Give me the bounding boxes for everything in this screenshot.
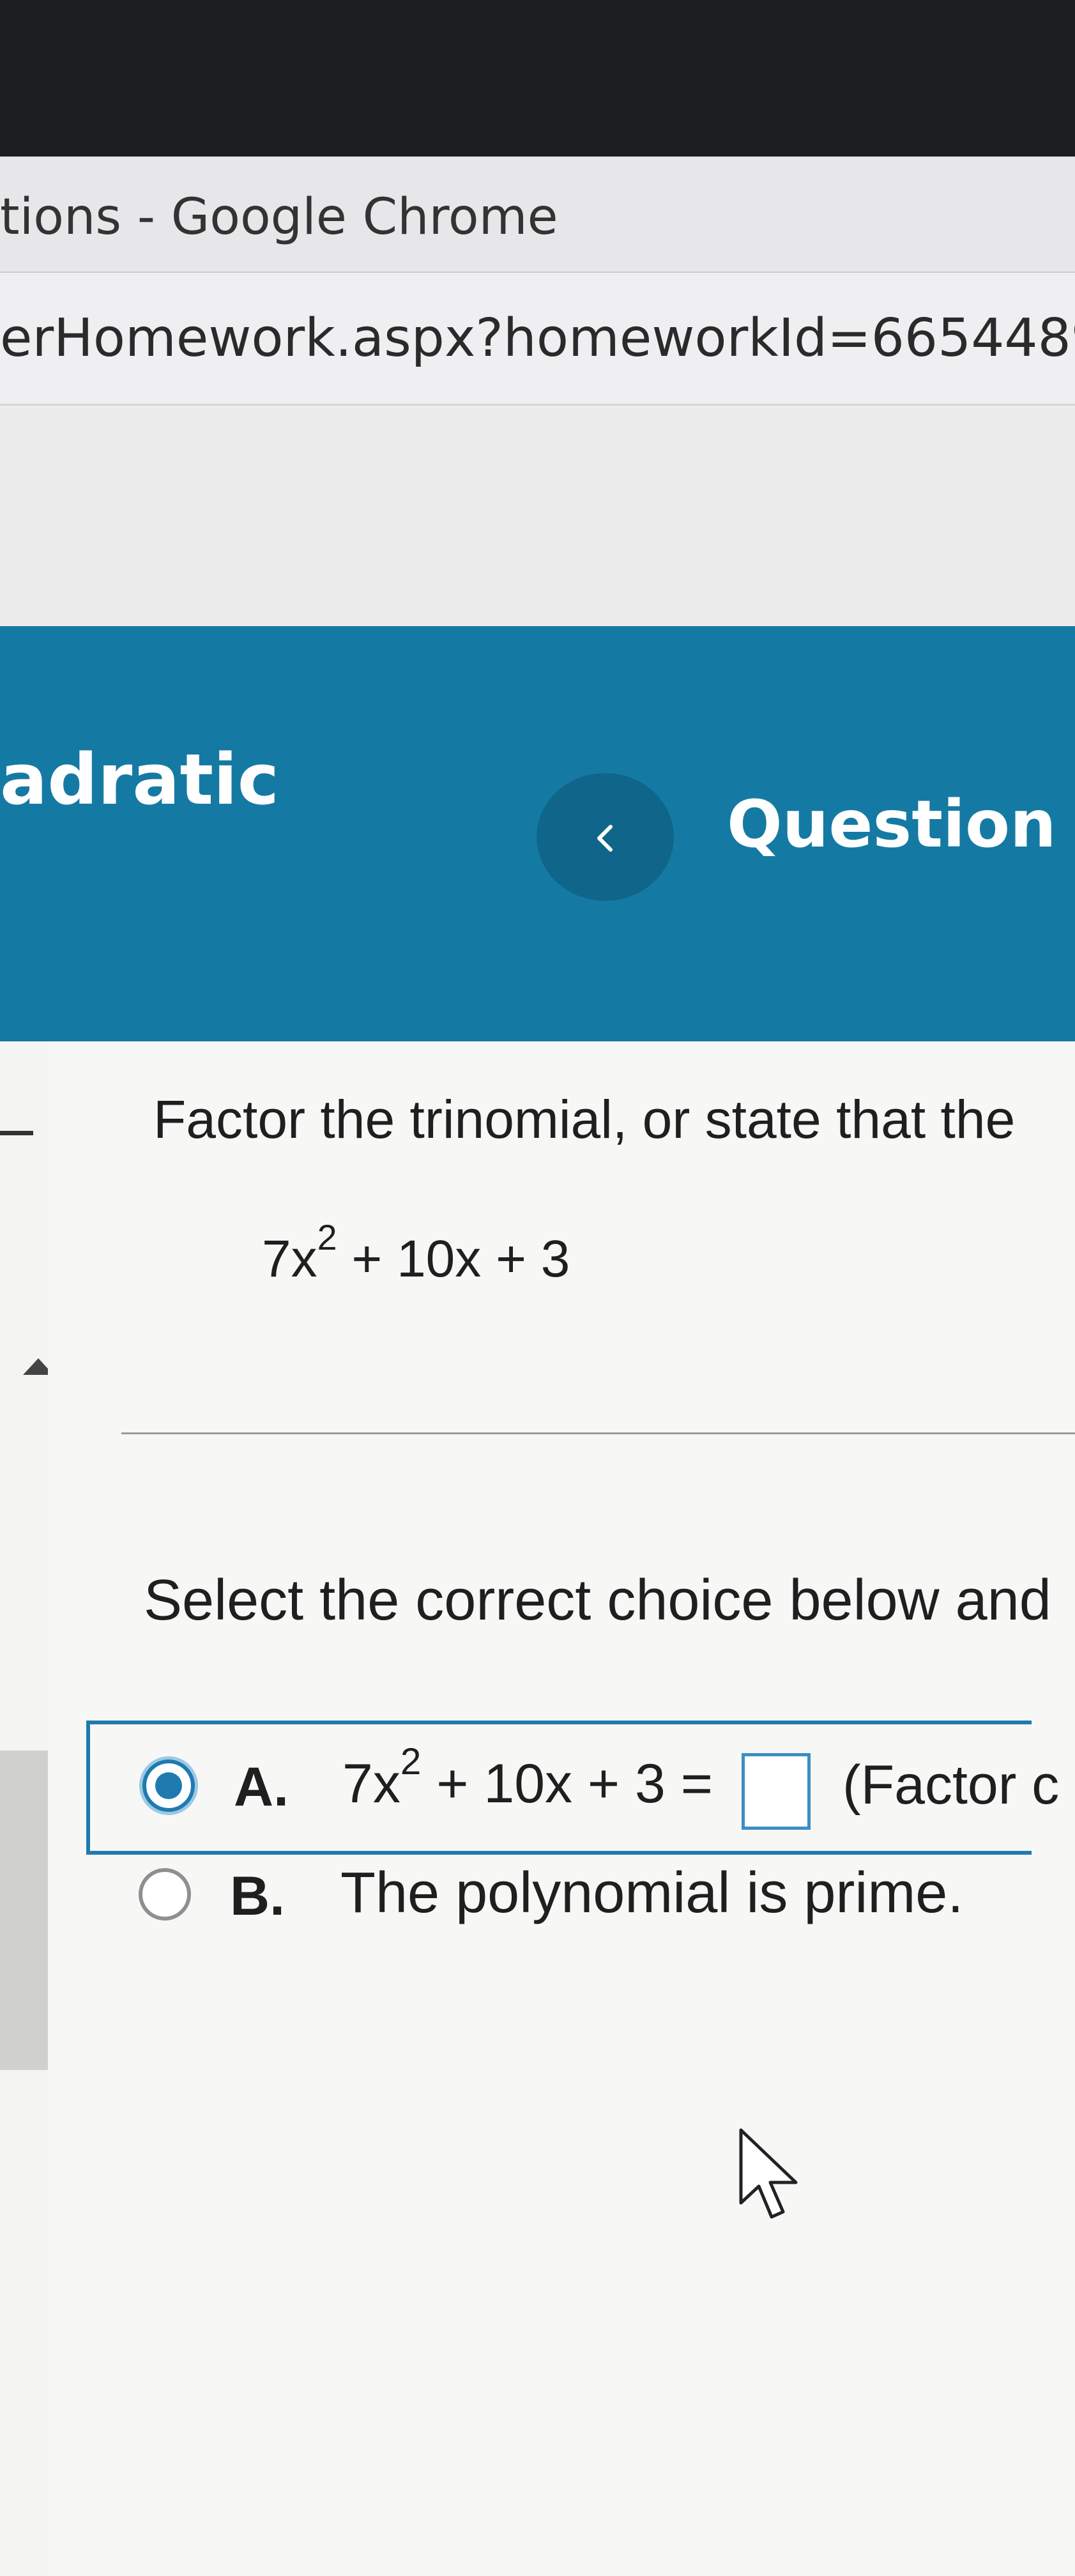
radio-unselected-icon[interactable] [139,1868,191,1920]
option-b-text: The polynomial is prime. [340,1861,964,1925]
option-a[interactable]: A. 7x2 + 10x + 3 = (Factor c [86,1721,1059,1855]
panel-scrollbar[interactable] [0,1751,48,2070]
option-b-letter: B. [230,1866,285,1927]
chevron-left-icon [597,825,613,852]
assignment-header: adratic Question 1 [0,626,1075,1041]
option-a-hint: (Factor c [842,1754,1060,1816]
expr-coef: 7x [262,1230,317,1288]
choice-prompt: Select the correct choice below and [144,1568,1051,1632]
address-bar[interactable]: erHomework.aspx?homeworkId=6654489 [0,273,1075,406]
previous-question-button[interactable] [537,773,674,901]
left-panel [0,1041,54,2576]
problem-expression: 7x2 + 10x + 3 [262,1220,570,1288]
url-text[interactable]: erHomework.aspx?homeworkId=6654489 [0,308,1075,369]
option-a-exponent: 2 [400,1740,422,1782]
mouse-cursor-icon [739,2128,798,2219]
option-a-equation: 7x2 + 10x + 3 = [342,1743,713,1814]
answer-input-box[interactable] [742,1753,811,1830]
toolbar-area [0,406,1075,626]
topic-title: adratic [0,739,279,820]
expr-rest: + 10x + 3 [337,1230,570,1288]
problem-instruction: Factor the trinomial, or state that the [153,1089,1016,1149]
window-title: tions - Google Chrome [0,188,558,246]
option-a-rest: + 10x + 3 = [421,1753,713,1814]
expr-exponent: 2 [317,1217,337,1257]
option-a-coef: 7x [342,1753,400,1814]
option-a-letter: A. [234,1756,289,1818]
window-titlebar: tions - Google Chrome [0,157,1075,273]
section-divider [121,1432,1075,1434]
radio-selected-icon[interactable] [142,1759,195,1812]
monitor-bezel [0,0,1075,157]
panel-divider [0,1131,33,1135]
question-label: Question 1 [727,786,1075,862]
